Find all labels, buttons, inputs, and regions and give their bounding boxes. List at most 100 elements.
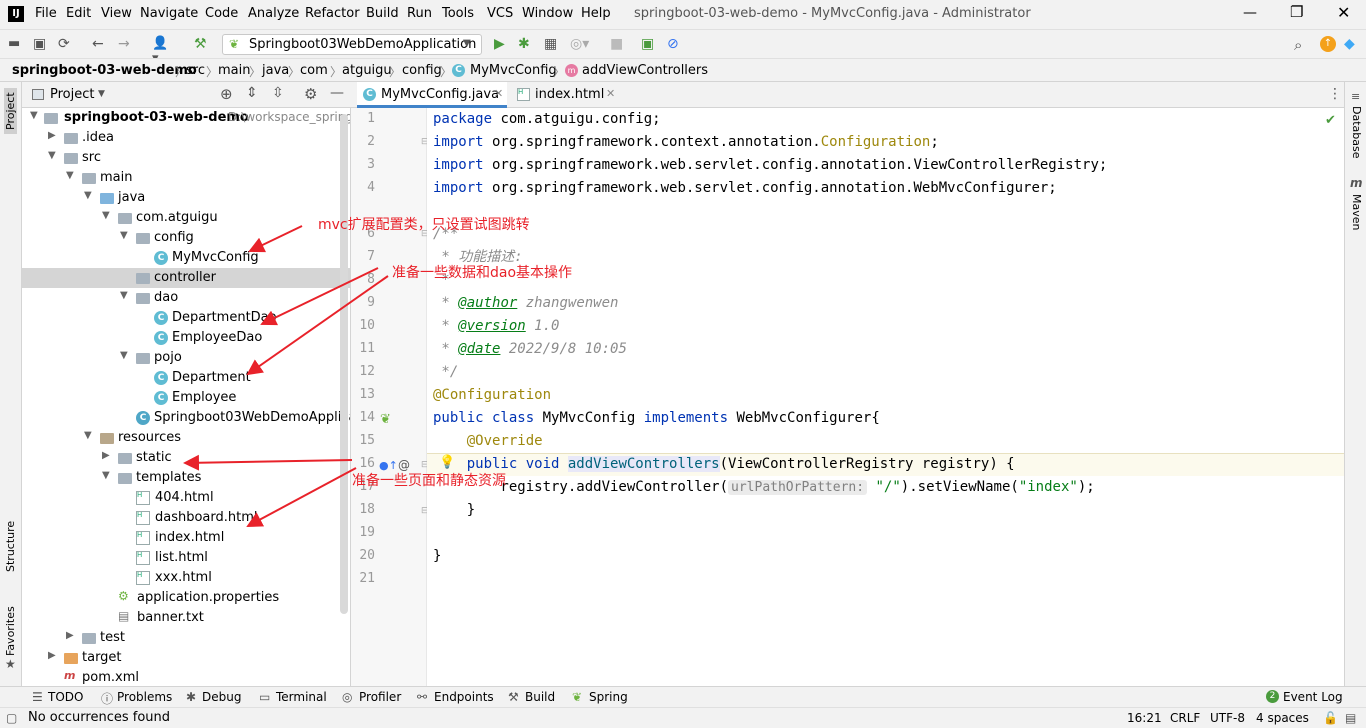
tab-index-html[interactable]: H index.html ✕: [511, 82, 623, 108]
tree-item[interactable]: ▶ target: [22, 648, 350, 668]
search-icon[interactable]: ⌕: [1294, 36, 1310, 54]
code-editor[interactable]: package com.atguigu.config; import org.s…: [427, 108, 1344, 686]
expand-all-icon[interactable]: ⇕: [246, 85, 258, 101]
collapse-all-icon[interactable]: ⇳: [272, 85, 284, 101]
indent-setting[interactable]: 4 spaces: [1256, 711, 1309, 725]
tree-item[interactable]: ▼ templates: [22, 468, 350, 488]
menu-view[interactable]: View: [101, 6, 132, 21]
close-tab-icon[interactable]: ✕: [606, 87, 615, 100]
tree-item[interactable]: m pom.xml: [22, 668, 350, 686]
tree-item[interactable]: ▶ test: [22, 628, 350, 648]
tool-tab-todo[interactable]: TODO: [48, 690, 83, 704]
menu-tools[interactable]: Tools: [442, 6, 474, 21]
caret-position[interactable]: 16:21: [1127, 711, 1162, 725]
back-icon[interactable]: ←: [92, 36, 108, 52]
panel-toggle-icon[interactable]: ▢: [6, 711, 17, 725]
sync-icon[interactable]: ⟳: [58, 36, 74, 52]
menu-file[interactable]: File: [35, 6, 57, 21]
build-hammer-icon[interactable]: ⚒: [194, 36, 210, 52]
tree-item[interactable]: H list.html: [22, 548, 350, 568]
tree-item[interactable]: ▼ pojo: [22, 348, 350, 368]
line-separator[interactable]: CRLF: [1170, 711, 1200, 725]
lock-icon[interactable]: 🔓: [1323, 711, 1338, 725]
crumb-atguigu[interactable]: atguigu: [342, 63, 392, 78]
menu-edit[interactable]: Edit: [66, 6, 91, 21]
tool-tab-debug[interactable]: Debug: [202, 690, 241, 704]
tree-item[interactable]: ▼ src: [22, 148, 350, 168]
tabs-menu-icon[interactable]: ⋮: [1328, 86, 1342, 102]
debug-icon[interactable]: ✱: [518, 36, 534, 52]
memory-indicator-icon[interactable]: ▤: [1345, 711, 1356, 725]
close-icon[interactable]: ✕: [1337, 3, 1350, 22]
menu-help[interactable]: Help: [581, 6, 611, 21]
toolbox-icon[interactable]: ◆: [1344, 36, 1360, 52]
tab-mymvcconfig[interactable]: C MyMvcConfig.java ✕: [357, 82, 507, 108]
chevron-down-icon[interactable]: ▼: [98, 89, 105, 99]
tree-item[interactable]: ⚙ application.properties: [22, 588, 350, 608]
crumb-config[interactable]: config: [402, 63, 442, 78]
spring-bean-icon[interactable]: ❦: [380, 412, 391, 427]
tool-tab-event-log[interactable]: Event Log: [1283, 690, 1343, 704]
tool-tab-spring[interactable]: Spring: [589, 690, 628, 704]
profiler-icon[interactable]: ◎▾: [570, 36, 589, 52]
tool-tab-problems[interactable]: Problems: [117, 690, 172, 704]
menu-refactor[interactable]: Refactor: [305, 6, 360, 21]
menu-build[interactable]: Build: [366, 6, 399, 21]
monitor-icon[interactable]: ▣: [641, 36, 657, 52]
update-icon[interactable]: ↑: [1320, 36, 1336, 52]
tool-tab-endpoints[interactable]: Endpoints: [434, 690, 494, 704]
tree-item[interactable]: ▼ dao: [22, 288, 350, 308]
tree-item[interactable]: C MyMvcConfig: [22, 248, 350, 268]
tool-tab-profiler[interactable]: Profiler: [359, 690, 401, 704]
hide-panel-icon[interactable]: —: [330, 85, 344, 101]
locate-icon[interactable]: ⊕: [220, 85, 233, 103]
coverage-icon[interactable]: ▦: [544, 36, 560, 52]
tool-tab-build[interactable]: Build: [525, 690, 555, 704]
run-icon[interactable]: ▶: [494, 36, 510, 52]
menu-window[interactable]: Window: [522, 6, 573, 21]
menu-run[interactable]: Run: [407, 6, 432, 21]
crumb-java[interactable]: java: [262, 63, 289, 78]
menu-analyze[interactable]: Analyze: [248, 6, 299, 21]
file-encoding[interactable]: UTF-8: [1210, 711, 1245, 725]
database-tool-tab[interactable]: Database: [1350, 106, 1363, 159]
tree-item[interactable]: C DepartmentDao: [22, 308, 350, 328]
tree-item[interactable]: ▶ static: [22, 448, 350, 468]
tree-item[interactable]: ▼ config: [22, 228, 350, 248]
crumb-method[interactable]: addViewControllers: [582, 63, 708, 78]
favorites-tool-tab[interactable]: Favorites: [4, 606, 17, 656]
crumb-main[interactable]: main: [218, 63, 250, 78]
tree-item[interactable]: ▼ resources: [22, 428, 350, 448]
tree-item[interactable]: ▼ springboot-03-web-demo D:\workspace_sp…: [22, 108, 350, 128]
save-icon[interactable]: ▣: [33, 36, 49, 52]
tree-item[interactable]: H index.html: [22, 528, 350, 548]
forward-icon[interactable]: →: [118, 36, 134, 52]
crumb-project[interactable]: springboot-03-web-demo: [12, 63, 197, 78]
tree-item[interactable]: ▼ com.atguigu: [22, 208, 350, 228]
lightbulb-icon[interactable]: 💡: [439, 455, 455, 470]
tree-item[interactable]: ▤ banner.txt: [22, 608, 350, 628]
menu-vcs[interactable]: VCS: [487, 6, 513, 21]
tree-scrollbar[interactable]: [340, 114, 348, 614]
project-tool-tab[interactable]: Project: [4, 88, 17, 134]
crumb-class[interactable]: MyMvcConfig: [470, 63, 557, 78]
tree-item-selected[interactable]: controller: [22, 268, 350, 288]
crumb-src[interactable]: src: [186, 63, 205, 78]
minimize-icon[interactable]: —: [1243, 5, 1257, 21]
tree-item[interactable]: H xxx.html: [22, 568, 350, 588]
run-config-select[interactable]: ❦ Springboot03WebDemoApplication ▼: [222, 34, 482, 55]
tree-item[interactable]: C EmployeeDao: [22, 328, 350, 348]
gear-icon[interactable]: ⚙: [304, 85, 317, 103]
tree-item[interactable]: C Springboot03WebDemoApplication: [22, 408, 350, 428]
user-icon[interactable]: 👤▾: [152, 36, 168, 66]
tree-item[interactable]: H 404.html: [22, 488, 350, 508]
menu-code[interactable]: Code: [205, 6, 238, 21]
tree-item[interactable]: ▶ .idea: [22, 128, 350, 148]
stop-icon[interactable]: ■: [610, 36, 626, 52]
menu-navigate[interactable]: Navigate: [140, 6, 198, 21]
project-panel-title[interactable]: Project: [50, 87, 94, 102]
open-folder-icon[interactable]: ▬: [8, 36, 24, 52]
tool-tab-terminal[interactable]: Terminal: [276, 690, 327, 704]
no-entry-icon[interactable]: ⊘: [667, 36, 683, 52]
tree-item[interactable]: C Employee: [22, 388, 350, 408]
